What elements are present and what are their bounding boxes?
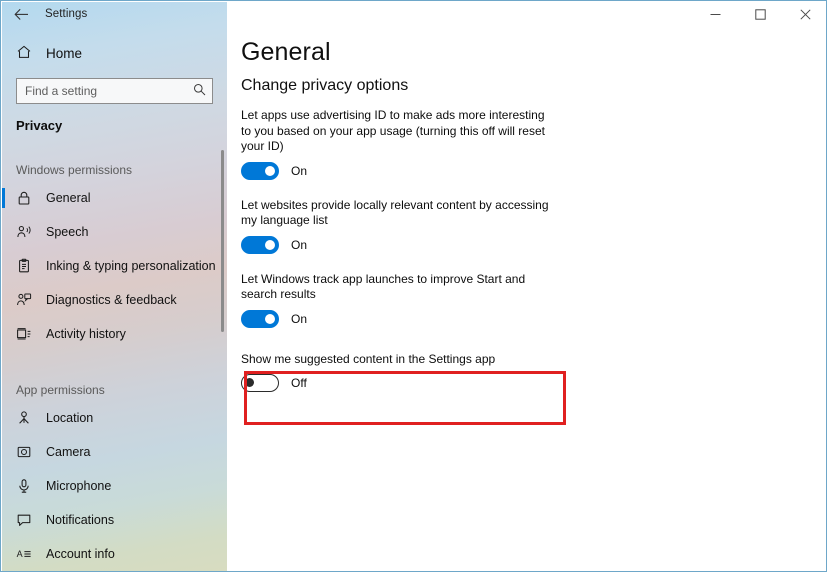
maximize-button[interactable] (738, 1, 783, 27)
sidebar-item-speech[interactable]: Speech (2, 215, 227, 249)
sidebar-item-microphone[interactable]: Microphone (2, 469, 227, 503)
sidebar-item-location[interactable]: Location (2, 401, 227, 435)
toggle-knob (265, 165, 275, 176)
toggle-state-label: On (291, 163, 308, 178)
home-icon (16, 44, 42, 63)
back-arrow-icon (13, 8, 29, 21)
close-button[interactable] (783, 1, 826, 27)
minimize-button[interactable] (693, 1, 738, 27)
sidebar-item-label: Notifications (46, 513, 115, 527)
toggle-row: On (241, 309, 571, 328)
title-bar-left: Settings (1, 1, 227, 27)
search-icon (193, 83, 206, 99)
sidebar-scrollbar-thumb[interactable] (221, 150, 224, 332)
camera-icon (16, 444, 42, 460)
window-controls (693, 1, 826, 27)
setting-suggested-content: Show me suggested content in the Setting… (241, 351, 571, 392)
sidebar-item-label: Location (46, 411, 94, 425)
sidebar-item-account-info[interactable]: A Account info (2, 537, 227, 571)
sidebar-item-label: Microphone (46, 479, 112, 493)
toggle-state-label: On (291, 237, 308, 252)
sidebar-item-label: Diagnostics & feedback (46, 293, 177, 307)
sidebar-item-label: General (46, 191, 91, 205)
search-input[interactable] (17, 79, 212, 103)
app-title: Settings (45, 8, 88, 20)
sidebar-item-label: Activity history (46, 327, 126, 341)
location-pin-icon (16, 410, 42, 426)
setting-app-launch-tracking: Let Windows track app launches to improv… (241, 272, 571, 328)
sidebar-item-label: Inking & typing personalization (46, 259, 216, 273)
toggle-knob (245, 378, 254, 387)
account-info-icon: A (16, 546, 42, 562)
settings-window: Settings Home Find a setting Privacy Win… (0, 0, 827, 572)
close-icon (800, 8, 811, 20)
toggle-row: Off (241, 374, 571, 392)
toggle-knob (265, 239, 275, 250)
sidebar-item-inking-typing-personalization[interactable]: Inking & typing personalization (2, 249, 227, 283)
sidebar-item-home[interactable]: Home (2, 36, 227, 70)
sidebar-item-camera[interactable]: Camera (2, 435, 227, 469)
minimize-icon (710, 9, 721, 20)
sidebar-item-general[interactable]: General (2, 181, 227, 215)
sidebar: Home Privacy Windows permissions (2, 2, 227, 571)
setting-language-list: Let websites provide locally relevant co… (241, 198, 571, 254)
toggle-state-label: Off (291, 376, 307, 390)
setting-label: Let apps use advertising ID to make ads … (241, 108, 545, 153)
diagnostics-person-icon (16, 292, 42, 308)
setting-advertising-id: Let apps use advertising ID to make ads … (241, 108, 571, 180)
home-label: Home (46, 45, 83, 61)
language-list-toggle[interactable] (241, 235, 279, 254)
svg-text:A: A (17, 549, 23, 559)
setting-label: Let websites provide locally relevant co… (241, 197, 549, 228)
setting-label: Show me suggested content in the Setting… (241, 351, 496, 366)
sidebar-item-label: Account info (46, 547, 115, 561)
title-bar: Settings (1, 1, 826, 27)
advertising-id-toggle[interactable] (241, 161, 279, 180)
sidebar-item-activity-history[interactable]: Activity history (2, 317, 227, 351)
sidebar-item-notifications[interactable]: Notifications (2, 503, 227, 537)
sidebar-item-label: Camera (46, 445, 91, 459)
notification-bubble-icon (16, 512, 42, 528)
clipboard-pen-icon (16, 258, 42, 274)
microphone-icon (16, 478, 42, 494)
toggle-knob (265, 313, 275, 324)
settings-list: Let apps use advertising ID to make ads … (241, 108, 571, 425)
search-box[interactable] (16, 78, 213, 104)
sidebar-group-windows-permissions-title: Windows permissions (16, 163, 133, 177)
maximize-icon (755, 8, 766, 20)
sidebar-item-label: Speech (46, 225, 89, 239)
toggle-row: On (241, 235, 571, 254)
activity-timeline-icon (16, 326, 42, 342)
speech-person-icon (16, 224, 42, 240)
sidebar-group-app-permissions-title: App permissions (16, 383, 105, 397)
section-title: Change privacy options (241, 77, 409, 94)
sidebar-scroll-area: Home Privacy Windows permissions (2, 28, 227, 571)
app-launch-tracking-toggle[interactable] (241, 309, 279, 328)
page-title: General (241, 38, 331, 66)
lock-icon (16, 190, 42, 206)
toggle-row: On (241, 161, 571, 180)
sidebar-item-diagnostics-feedback[interactable]: Diagnostics & feedback (2, 283, 227, 317)
suggested-content-toggle[interactable] (241, 374, 279, 392)
toggle-state-label: On (291, 311, 308, 326)
back-button[interactable] (1, 1, 41, 27)
sidebar-category-title: Privacy (16, 118, 63, 133)
setting-label: Let Windows track app launches to improv… (241, 271, 526, 302)
main-content: General Change privacy options Let apps … (227, 27, 826, 571)
